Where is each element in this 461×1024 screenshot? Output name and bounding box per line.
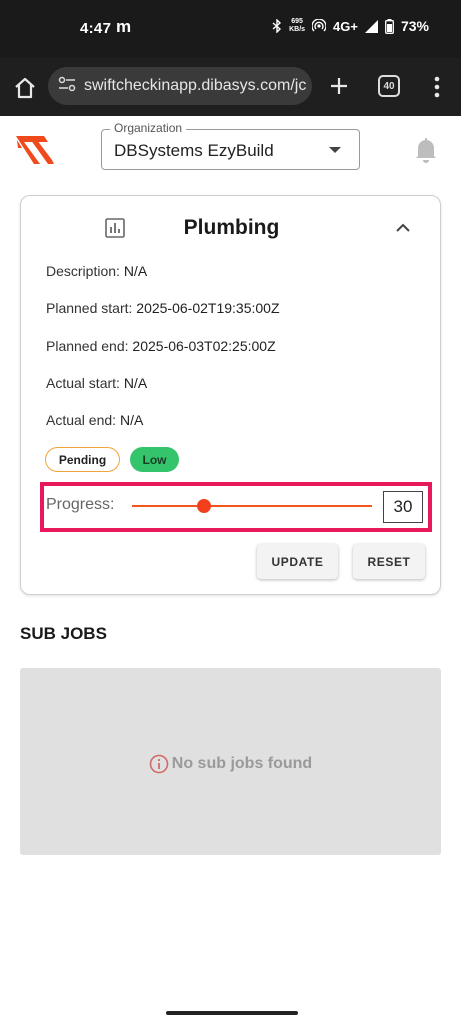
actual-end-label: Actual end:	[46, 412, 117, 428]
app-logo[interactable]	[14, 134, 56, 166]
slider-thumb[interactable]	[197, 499, 211, 513]
actual-end-row: Actual end: N/A	[46, 412, 143, 428]
organization-value[interactable]: DBSystems EzyBuild	[114, 141, 274, 161]
network-speed-unit: KB/s	[289, 26, 306, 33]
planned-start-label: Planned start:	[46, 300, 133, 316]
planned-end-value: 2025-06-03T02:25:00Z	[132, 338, 276, 354]
sub-jobs-empty-panel: No sub jobs found	[20, 668, 441, 855]
progress-label: Progress:	[46, 496, 115, 513]
site-settings-icon[interactable]	[58, 76, 76, 97]
status-bar: 4:47 m 695 KB/s 4G+ 73%	[0, 0, 461, 58]
sub-jobs-title: SUB JOBS	[20, 624, 107, 643]
actual-start-value: N/A	[123, 375, 148, 391]
priority-badge: Low	[130, 447, 179, 472]
description-label: Description:	[46, 263, 120, 279]
update-button[interactable]: UPDATE	[257, 544, 338, 579]
browser-toolbar: swiftcheckinapp.dibasys.com/jc 40	[0, 58, 461, 116]
address-bar[interactable]: swiftcheckinapp.dibasys.com/jc	[48, 67, 312, 105]
collapse-chevron-icon[interactable]	[395, 221, 411, 233]
network-speed-value: 695	[291, 18, 303, 25]
empty-message-text: No sub jobs found	[171, 755, 313, 772]
planned-start-row: Planned start: 2025-06-02T19:35:00Z	[46, 300, 280, 316]
progress-row: Progress: 30	[40, 482, 432, 532]
status-badge: Pending	[45, 447, 120, 472]
new-tab-icon[interactable]	[326, 73, 352, 99]
actual-start-row: Actual start: N/A	[46, 375, 147, 391]
signal-icon	[364, 19, 378, 33]
progress-slider[interactable]	[132, 492, 372, 522]
home-icon[interactable]	[12, 75, 38, 101]
tab-switcher-button[interactable]: 40	[378, 75, 400, 97]
status-icons: 695 KB/s 4G+ 73%	[272, 18, 429, 34]
empty-message: No sub jobs found	[20, 754, 441, 774]
slider-track[interactable]	[132, 505, 372, 507]
battery-percent: 73%	[400, 18, 429, 34]
url-text[interactable]: swiftcheckinapp.dibasys.com/jc	[84, 77, 306, 95]
network-speed: 695 KB/s	[289, 18, 305, 34]
description-row: Description: N/A	[46, 263, 147, 279]
more-menu-icon[interactable]	[430, 74, 444, 100]
notification-bell-icon[interactable]	[414, 137, 438, 163]
job-title: Plumbing	[183, 216, 280, 239]
actual-end-value: N/A	[119, 412, 144, 428]
status-time: 4:47	[80, 20, 112, 37]
hotspot-icon	[312, 19, 327, 33]
dropdown-caret-icon[interactable]	[329, 147, 341, 153]
gesture-nav-bar[interactable]	[166, 1011, 298, 1015]
network-type: 4G+	[333, 18, 358, 34]
planned-end-label: Planned end:	[46, 338, 129, 354]
organization-select[interactable]: Organization DBSystems EzyBuild	[101, 121, 360, 170]
notification-app-icon: m	[116, 17, 132, 36]
planned-start-value: 2025-06-02T19:35:00Z	[136, 300, 280, 316]
actual-start-label: Actual start:	[46, 375, 120, 391]
bluetooth-icon	[272, 19, 282, 33]
description-value: N/A	[123, 263, 148, 279]
battery-icon	[385, 18, 394, 34]
organization-label: Organization	[110, 121, 187, 135]
planned-end-row: Planned end: 2025-06-03T02:25:00Z	[46, 338, 276, 354]
reset-button[interactable]: RESET	[353, 544, 425, 579]
progress-input[interactable]: 30	[383, 491, 423, 523]
job-card: Plumbing Description: N/A Planned start:…	[20, 195, 441, 595]
info-icon	[149, 754, 169, 774]
